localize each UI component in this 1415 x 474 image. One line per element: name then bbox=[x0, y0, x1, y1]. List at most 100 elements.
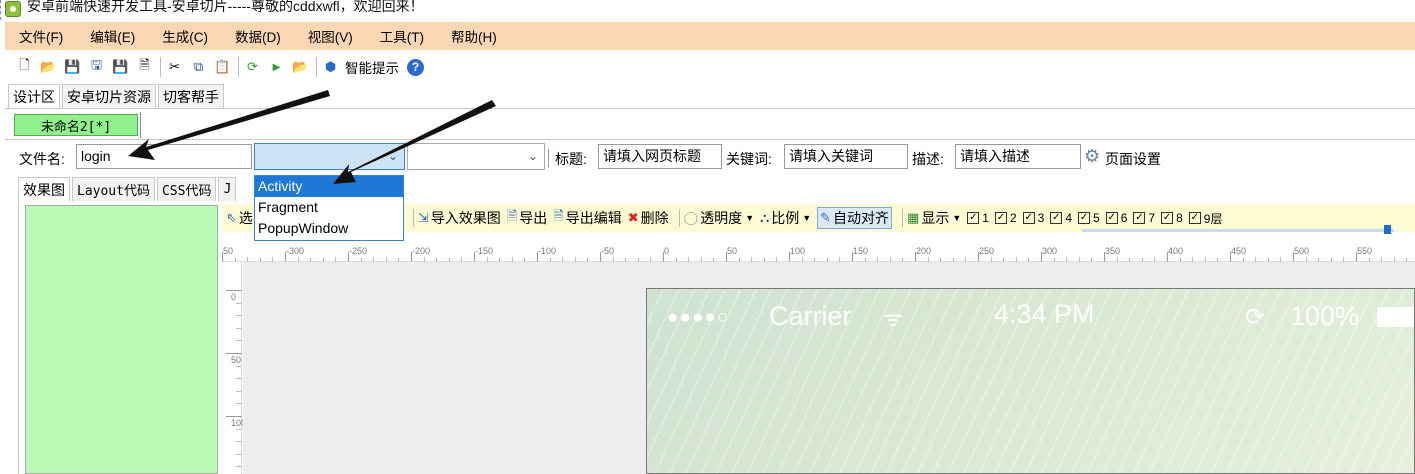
layer-checkbox-3[interactable]: ✓ 3 bbox=[1022, 211, 1044, 225]
export-button[interactable]: 🗎 导出 bbox=[507, 207, 547, 229]
open-project-icon[interactable]: 📂 bbox=[291, 58, 310, 77]
delete-button[interactable]: ✖ 删除 bbox=[628, 208, 669, 228]
carrier-name: Carrier bbox=[769, 301, 852, 331]
layer-checkbox-4[interactable]: ✓ 4 bbox=[1050, 211, 1072, 225]
paste-icon[interactable]: 📋 bbox=[213, 58, 232, 77]
select-tool-label: 选 bbox=[238, 210, 253, 226]
keywords-input[interactable]: 请填入关键词 bbox=[784, 144, 908, 169]
copy-icon[interactable]: ⧉ bbox=[189, 58, 208, 77]
secondary-select[interactable]: ⌄ bbox=[407, 143, 545, 170]
tab-js-code[interactable]: J bbox=[218, 177, 237, 201]
print-preview-icon[interactable]: 🗎 bbox=[135, 57, 154, 77]
menu-data[interactable]: 数据(D) bbox=[235, 26, 281, 46]
tab-design-area[interactable]: 设计区 bbox=[8, 84, 60, 108]
ruler-label: 200 bbox=[916, 246, 932, 256]
ruler-label: -250 bbox=[349, 246, 368, 256]
vertical-ruler: 0 50 100 bbox=[222, 262, 246, 474]
select-tool-button[interactable]: ⇖ 选 bbox=[226, 208, 253, 228]
menu-file[interactable]: 文件(F) bbox=[19, 26, 63, 46]
document-tab[interactable]: 未命名2[*] bbox=[14, 114, 138, 136]
menu-tools[interactable]: 工具(T) bbox=[380, 26, 424, 46]
import-effect-button[interactable]: ⇲ 导入效果图 bbox=[418, 208, 501, 228]
signal-dots: ●●●●○ bbox=[667, 307, 730, 328]
export-edit-label: 导出编辑 bbox=[565, 210, 622, 226]
status-time: 4:34 PM bbox=[994, 299, 1095, 329]
ruler-tick bbox=[226, 290, 242, 291]
toolbar-separator bbox=[316, 57, 317, 77]
layer-panel[interactable] bbox=[25, 205, 218, 474]
checkbox-checked-icon: ✓ bbox=[1050, 212, 1063, 224]
open-folder-icon[interactable]: 📂 bbox=[39, 58, 58, 77]
toolbar-separator bbox=[678, 209, 680, 227]
ruler-label: 0 bbox=[231, 292, 237, 302]
tab-js-code-label: J bbox=[223, 182, 232, 197]
export-edit-button[interactable]: 🗎 导出编辑 bbox=[553, 207, 621, 229]
filename-input[interactable]: login bbox=[76, 144, 252, 169]
chevron-down-icon: ⌄ bbox=[387, 149, 398, 163]
layer-checkbox-label: 7 bbox=[1148, 211, 1156, 225]
layer-checkbox-7[interactable]: ✓ 7 bbox=[1133, 211, 1155, 225]
caret-down-icon: ▼ bbox=[802, 213, 812, 223]
ruler-minor-tick bbox=[236, 365, 242, 367]
tab-effect-image[interactable]: 效果图 bbox=[18, 177, 70, 201]
window-title: 安卓前端快速开发工具-安卓切片-----尊敬的cddxwfl，欢迎回来！ bbox=[27, 0, 424, 14]
layer-slider-thumb[interactable] bbox=[1384, 225, 1391, 234]
description-input[interactable]: 请填入描述 bbox=[955, 144, 1081, 169]
opacity-dropdown[interactable]: ◯ 透明度 ▼ bbox=[684, 208, 754, 228]
gear-icon[interactable]: ⚙ bbox=[1084, 146, 1100, 167]
layer-checkbox-2[interactable]: ✓ 2 bbox=[994, 211, 1017, 225]
tab-helper[interactable]: 切客帮手 bbox=[158, 84, 224, 108]
scale-label: 比例 bbox=[771, 210, 800, 226]
horizontal-ruler: 50 -300 -250 -200 -150 -100 -50 0 50 100 150 200 250… bbox=[222, 240, 1415, 262]
tab-layout-code[interactable]: Layout代码 bbox=[72, 177, 155, 201]
dropdown-option[interactable]: Fragment bbox=[255, 197, 403, 218]
ruler-tick bbox=[226, 416, 242, 417]
layer-checkbox-5[interactable]: ✓ 5 bbox=[1078, 211, 1100, 225]
menu-generate[interactable]: 生成(C) bbox=[162, 26, 208, 46]
phone-mockup[interactable]: ●●●●○ Carrier ᯤ 4:34 PM ⟳ 100% bbox=[646, 288, 1415, 474]
tab-slice-resources[interactable]: 安卓切片资源 bbox=[62, 84, 156, 108]
layer-checkbox-1[interactable]: ✓ 1 bbox=[967, 211, 989, 225]
auto-align-toggle[interactable]: ✎ 自动对齐 bbox=[817, 207, 893, 229]
save-all-icon[interactable]: 💾 bbox=[111, 58, 130, 77]
save-as-icon[interactable]: 🖫 bbox=[87, 57, 106, 77]
tab-css-code[interactable]: CSS代码 bbox=[156, 177, 217, 201]
battery-percent: 100% bbox=[1290, 301, 1360, 331]
new-file-icon[interactable]: 🗋 bbox=[15, 57, 34, 77]
cut-icon[interactable]: ✂ bbox=[165, 58, 184, 77]
smart-hint-button[interactable]: 智能提示 bbox=[345, 57, 399, 77]
smart-hint-icon[interactable]: ⬢ bbox=[321, 58, 340, 77]
dropdown-option[interactable]: PopupWindow bbox=[255, 218, 403, 239]
menu-edit[interactable]: 编辑(E) bbox=[90, 26, 135, 46]
menu-bar: 文件(F) 编辑(E) 生成(C) 数据(D) 视图(V) 工具(T) 帮助(H… bbox=[5, 22, 1415, 50]
ruler-label: 250 bbox=[979, 246, 995, 256]
auto-align-label: 自动对齐 bbox=[833, 210, 890, 226]
ruler-minor-tick bbox=[236, 378, 242, 380]
dropdown-option[interactable]: Activity bbox=[255, 176, 403, 197]
scale-dropdown[interactable]: ⛬ 比例 ▼ bbox=[760, 208, 811, 228]
display-dropdown[interactable]: ▦ 显示 ▼ bbox=[907, 208, 961, 228]
refresh-icon[interactable]: ⟳ bbox=[243, 58, 262, 77]
toolbar-separator bbox=[412, 209, 414, 227]
ruler-label: 350 bbox=[1105, 246, 1121, 256]
rotation-lock-icon: ⟳ bbox=[1245, 304, 1266, 331]
save-icon[interactable]: 💾 bbox=[63, 58, 82, 77]
layer-checkbox-9[interactable]: ✓ 9层 bbox=[1188, 210, 1222, 227]
opacity-label: 透明度 bbox=[700, 210, 743, 226]
play-icon[interactable]: ▶ bbox=[267, 58, 286, 77]
help-icon[interactable]: ? bbox=[407, 58, 424, 76]
ruler-minor-tick bbox=[236, 453, 242, 455]
page-settings-button[interactable]: 页面设置 bbox=[1105, 149, 1161, 169]
layer-checkbox-8[interactable]: ✓ 8 bbox=[1161, 211, 1183, 225]
layer-checkbox-6[interactable]: ✓ 6 bbox=[1105, 211, 1127, 225]
ios-status-bar: ●●●●○ Carrier ᯤ 4:34 PM ⟳ 100% bbox=[647, 299, 1414, 339]
menu-help[interactable]: 帮助(H) bbox=[451, 26, 497, 46]
page-type-dropdown-list: Activity Fragment PopupWindow bbox=[254, 175, 404, 241]
page-type-select[interactable]: ⌄ bbox=[254, 143, 405, 170]
cursor-icon: ⇖ bbox=[226, 210, 237, 225]
layer-slider-track[interactable] bbox=[1082, 229, 1394, 232]
menu-view[interactable]: 视图(V) bbox=[308, 26, 353, 46]
title-input[interactable]: 请填入网页标题 bbox=[598, 144, 722, 169]
opacity-icon: ◯ bbox=[683, 210, 699, 225]
ruler-label: -50 bbox=[601, 246, 615, 256]
